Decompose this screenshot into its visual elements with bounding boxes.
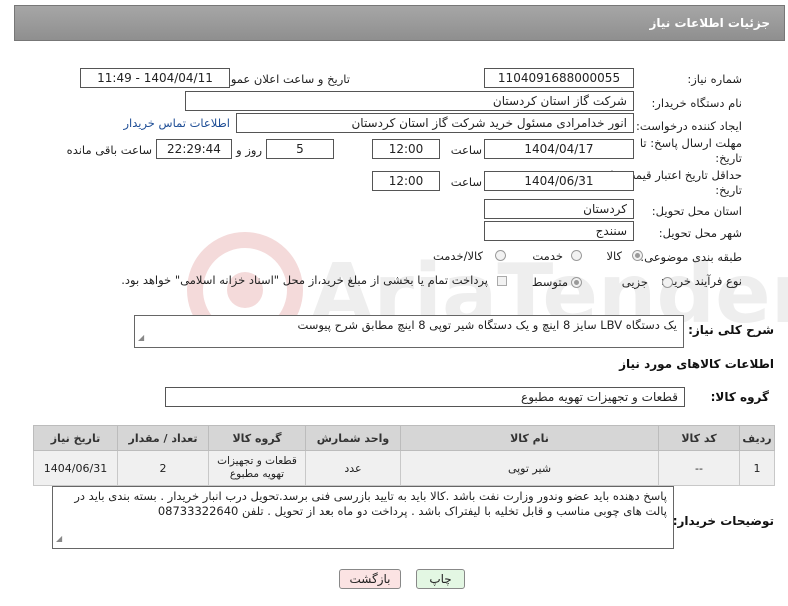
col-quantity: تعداد / مقدار — [117, 425, 209, 451]
col-name: نام کالا — [400, 425, 659, 451]
category-label: طبقه بندی موضوعی: — [640, 250, 742, 264]
resize-handle-icon[interactable]: ◢ — [138, 330, 144, 345]
cell-quantity: 2 — [117, 450, 209, 486]
days-label: روز و — [236, 143, 262, 157]
deadline-label: مهلت ارسال پاسخ: تا تاریخ: — [639, 136, 742, 165]
summary-textarea[interactable]: یک دستگاه LBV سایز 8 اینچ و یک دستگاه شی… — [134, 315, 684, 348]
category-both-label: کالا/خدمت — [432, 249, 483, 263]
days-field: 5 — [266, 139, 334, 159]
page-header: جزئیات اطلاعات نیاز — [14, 5, 785, 41]
page-title: جزئیات اطلاعات نیاز — [649, 16, 770, 30]
remaining-time-field: 22:29:44 — [156, 139, 232, 159]
announce-label: تاریخ و ساعت اعلان عمومی: — [211, 72, 350, 86]
price-time-field: 12:00 — [372, 171, 440, 191]
price-time-label: ساعت — [450, 175, 482, 189]
cell-name: شیر توپی — [400, 450, 659, 486]
resize-handle-icon[interactable]: ◢ — [56, 531, 62, 546]
print-button[interactable]: چاپ — [416, 569, 465, 589]
deadline-time-label: ساعت — [450, 143, 482, 157]
goods-table: ردیف کد کالا نام کالا واحد شمارش گروه کا… — [33, 425, 775, 486]
buyer-org-label: نام دستگاه خریدار: — [651, 96, 742, 110]
province-label: استان محل تحویل: — [651, 204, 742, 218]
buyer-org-field: شرکت گاز استان کردستان — [185, 91, 634, 111]
cell-unit: عدد — [305, 450, 401, 486]
treasury-payment-note: پرداخت تمام یا بخشی از مبلغ خرید،از محل … — [121, 273, 488, 287]
col-unit: واحد شمارش — [305, 425, 401, 451]
creator-field: انور خدامرادی مسئول خرید شرکت گاز استان … — [236, 113, 634, 133]
buyer-contact-link[interactable]: اطلاعات تماس خریدار — [123, 116, 230, 130]
table-row: 1 -- شیر توپی عدد قطعات و تجهیزات تهویه … — [33, 450, 775, 486]
category-service-radio[interactable] — [571, 250, 582, 261]
province-field: کردستان — [484, 199, 634, 219]
process-minor-label: جزیی — [621, 275, 648, 289]
deadline-date-field: 1404/04/17 — [484, 139, 634, 159]
city-field: سنندج — [484, 221, 634, 241]
goods-table-header: ردیف کد کالا نام کالا واحد شمارش گروه کا… — [33, 425, 775, 451]
buyer-notes-label: توضیحات خریدار: — [672, 514, 774, 528]
col-row: ردیف — [739, 425, 775, 451]
treasury-payment-checkbox[interactable] — [497, 276, 507, 286]
process-minor-radio[interactable] — [662, 277, 673, 288]
buyer-notes-text: پاسخ دهنده باید عضو وندور وزارت نفت باشد… — [74, 489, 667, 518]
col-code: کد کالا — [658, 425, 740, 451]
cell-date: 1404/06/31 — [33, 450, 118, 486]
goods-group-field: قطعات و تجهیزات تهویه مطبوع — [165, 387, 685, 407]
summary-text: یک دستگاه LBV سایز 8 اینچ و یک دستگاه شی… — [297, 318, 677, 332]
category-both-radio[interactable] — [495, 250, 506, 261]
category-goods-label: کالا — [606, 249, 622, 263]
need-number-field: 1104091688000055 — [484, 68, 634, 88]
col-date: تاریخ نیاز — [33, 425, 118, 451]
cell-code: -- — [658, 450, 740, 486]
creator-label: ایجاد کننده درخواست: — [636, 119, 742, 133]
city-label: شهر محل تحویل: — [658, 226, 742, 240]
back-button[interactable]: بازگشت — [339, 569, 401, 589]
cell-row: 1 — [739, 450, 775, 486]
buyer-notes-textarea[interactable]: پاسخ دهنده باید عضو وندور وزارت نفت باشد… — [52, 486, 674, 549]
category-goods-radio[interactable] — [632, 250, 643, 261]
col-group: گروه کالا — [208, 425, 306, 451]
cell-group: قطعات و تجهیزات تهویه مطبوع — [208, 450, 306, 486]
price-date-field: 1404/06/31 — [484, 171, 634, 191]
announce-field: 1404/04/11 - 11:49 — [80, 68, 230, 88]
goods-group-label: گروه کالا: — [710, 390, 769, 404]
deadline-time-field: 12:00 — [372, 139, 440, 159]
category-service-label: خدمت — [532, 249, 563, 263]
process-medium-label: متوسط — [531, 275, 568, 289]
remaining-label: ساعت باقی مانده — [66, 143, 152, 157]
goods-section-title: اطلاعات کالاهای مورد نیاز — [619, 357, 774, 371]
summary-label: شرح کلی نیاز: — [688, 323, 774, 337]
need-number-label: شماره نیاز: — [687, 72, 742, 86]
process-medium-radio[interactable] — [571, 277, 582, 288]
